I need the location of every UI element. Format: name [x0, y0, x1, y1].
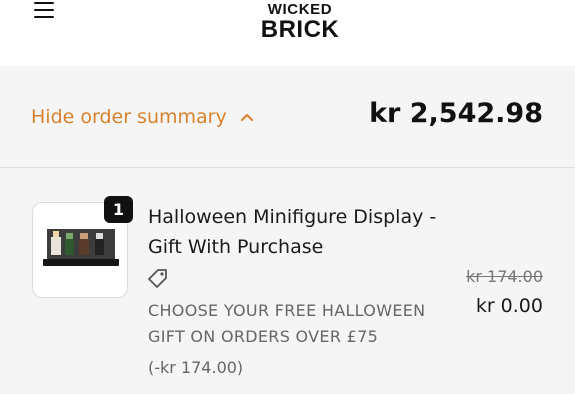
quantity-badge: 1 [104, 196, 133, 223]
discount-amount: (-kr 174.00) [148, 358, 244, 377]
line-item: 1 Halloween Minifigure Display - Gift Wi… [0, 168, 575, 394]
original-price: kr 174.00 [466, 267, 543, 286]
order-summary-bar: Hide order summary kr 2,542.98 [0, 66, 575, 168]
site-header: WICKED BRICK [0, 0, 575, 66]
final-price: kr 0.00 [475, 295, 543, 317]
discount-description: CHOOSE YOUR FREE HALLOWEEN GIFT ON ORDER… [148, 301, 426, 346]
product-name: Halloween Minifigure Display - Gift With… [148, 206, 437, 258]
store-logo[interactable]: WICKED BRICK [258, 2, 342, 46]
logo-line-2: BRICK [260, 16, 340, 43]
hide-order-summary-toggle[interactable]: Hide order summary [31, 102, 255, 132]
hamburger-menu-icon[interactable] [34, 2, 54, 18]
tag-icon [148, 269, 167, 288]
toggle-label: Hide order summary [31, 106, 227, 128]
chevron-up-icon [240, 114, 253, 121]
order-total: kr 2,542.98 [369, 98, 543, 129]
